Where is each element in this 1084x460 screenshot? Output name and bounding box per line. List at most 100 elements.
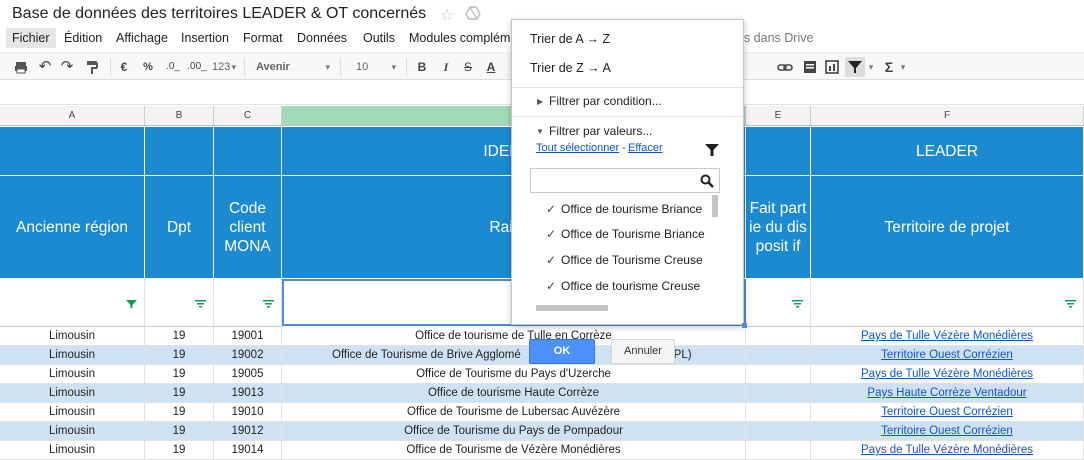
checkmark-icon[interactable]: ✓ — [546, 202, 556, 216]
column-header-c[interactable]: C — [214, 106, 282, 126]
filter-views-dropdown-icon[interactable]: ▾ — [866, 57, 876, 77]
filter-active-icon[interactable] — [126, 300, 137, 308]
territoire-link[interactable]: Territoire Ouest Corrézien — [881, 349, 1013, 361]
menu-insert[interactable]: Insertion — [175, 28, 235, 48]
filter-value-item[interactable]: Office de tourisme Briance — [561, 202, 702, 216]
checkmark-icon[interactable]: ✓ — [546, 279, 556, 293]
filter-cell-b[interactable] — [145, 279, 214, 327]
menu-edit[interactable]: Édition — [58, 28, 108, 48]
cell-dpt[interactable]: 19 — [145, 365, 214, 384]
territoire-link[interactable]: Territoire Ouest Corrézien — [881, 406, 1013, 418]
checkmark-icon[interactable]: ✓ — [546, 253, 556, 267]
cell-fait-partie[interactable] — [746, 403, 811, 422]
territoire-link[interactable]: Pays Haute Corrèze Ventadour — [867, 387, 1026, 399]
undo-icon[interactable]: ↶ — [36, 57, 54, 77]
functions-dropdown-icon[interactable]: ▾ — [898, 57, 908, 77]
cell-code[interactable]: 19002 — [214, 346, 282, 365]
redo-icon[interactable]: ↷ — [58, 57, 76, 77]
menu-file[interactable]: Fichier — [6, 28, 56, 48]
cell-territoire[interactable]: Pays de Tulle Vézère Monédières — [811, 441, 1084, 460]
header-code-client[interactable]: Code client MONA — [214, 176, 282, 279]
cell-fait-partie[interactable] — [746, 365, 811, 384]
cell-fait-partie[interactable] — [746, 384, 811, 403]
cell-territoire[interactable]: Pays de Tulle Vézère Monédières — [811, 327, 1084, 346]
cell-region[interactable]: Limousin — [0, 365, 145, 384]
filter-cell-f[interactable] — [811, 279, 1084, 327]
header-territoire[interactable]: Territoire de projet — [811, 176, 1084, 279]
cell-raison[interactable]: Office de Tourisme du Pays d'Uzerche — [282, 365, 746, 384]
territoire-link[interactable]: Pays de Tulle Vézère Monédières — [861, 444, 1033, 456]
header-leader[interactable]: LEADER — [811, 127, 1084, 176]
sort-a-z-option[interactable]: Trier de A → Z — [530, 32, 610, 46]
cell-territoire[interactable]: Pays de Tulle Vézère Monédières — [811, 365, 1084, 384]
filter-toggle-icon[interactable] — [1065, 300, 1076, 308]
cell-raison[interactable]: Office de tourisme de Tulle en Corrèze — [282, 327, 746, 346]
cell-fait-partie[interactable] — [746, 441, 811, 460]
filter-value-item[interactable]: Office de Tourisme Briance — [561, 227, 705, 241]
cell-dpt[interactable]: 19 — [145, 346, 214, 365]
ok-button[interactable]: OK — [529, 339, 595, 364]
filter-by-condition-option[interactable]: Filtrer par condition... — [549, 94, 662, 108]
cell-region[interactable]: Limousin — [0, 441, 145, 460]
cell-code[interactable]: 19001 — [214, 327, 282, 346]
cancel-button[interactable]: Annuler — [611, 339, 675, 364]
currency-format-button[interactable]: € — [116, 57, 132, 77]
menu-addons[interactable]: Modules complém — [403, 28, 516, 48]
move-to-folder-icon[interactable] — [465, 5, 481, 21]
cell-raison[interactable]: Office de Tourisme de Brive Agglomé iati… — [282, 346, 746, 365]
menu-format[interactable]: Format — [237, 28, 289, 48]
cell-code[interactable]: 19012 — [214, 422, 282, 441]
filter-toggle-icon[interactable] — [792, 300, 803, 308]
filter-toggle-icon[interactable] — [263, 300, 274, 308]
paint-format-icon[interactable] — [84, 57, 102, 77]
cell-code[interactable]: 19005 — [214, 365, 282, 384]
column-header-a[interactable]: A — [0, 106, 145, 126]
decrease-decimal-button[interactable]: .0_ — [162, 57, 184, 77]
cell-code[interactable]: 19010 — [214, 403, 282, 422]
filter-values-search-input[interactable] — [530, 168, 720, 193]
expand-arrow-icon[interactable]: ▶ — [537, 97, 543, 106]
star-icon[interactable]: ☆ — [440, 5, 454, 25]
filter-cell-c[interactable] — [214, 279, 282, 327]
menu-tools[interactable]: Outils — [357, 28, 401, 48]
filter-value-item[interactable]: Office de Tourisme Creuse — [561, 253, 703, 267]
header-fait-partie[interactable]: Fait partie du disposit if — [746, 176, 811, 279]
percent-format-button[interactable]: % — [140, 57, 156, 77]
cell-fait-partie[interactable] — [746, 346, 811, 365]
select-all-link[interactable]: Tout sélectionner — [536, 142, 619, 154]
menu-view[interactable]: Affichage — [110, 28, 174, 48]
cell-region[interactable]: Limousin — [0, 346, 145, 365]
functions-button[interactable]: Σ — [880, 57, 898, 77]
cell-territoire[interactable]: Territoire Ouest Corrézien — [811, 422, 1084, 441]
cell-code[interactable]: 19013 — [214, 384, 282, 403]
insert-chart-icon[interactable] — [823, 57, 841, 77]
cell-dpt[interactable]: 19 — [145, 422, 214, 441]
filter-cell-a[interactable] — [0, 279, 145, 327]
text-color-button[interactable]: A — [482, 57, 500, 77]
cell-fait-partie[interactable] — [746, 327, 811, 346]
document-title[interactable]: Base de données des territoires LEADER &… — [12, 5, 426, 23]
header-cell-a1[interactable] — [0, 127, 145, 176]
insert-comment-icon[interactable] — [801, 57, 819, 77]
insert-link-icon[interactable] — [776, 57, 794, 77]
italic-button[interactable]: I — [438, 57, 454, 77]
bold-button[interactable]: B — [414, 57, 430, 77]
selection-drag-handle[interactable] — [742, 323, 747, 328]
checkmark-icon[interactable]: ✓ — [546, 227, 556, 241]
font-size-dropdown[interactable]: 10 — [350, 57, 398, 77]
print-icon[interactable] — [12, 57, 30, 77]
cell-code[interactable]: 19014 — [214, 441, 282, 460]
column-header-b[interactable]: B — [145, 106, 214, 126]
column-header-e[interactable]: E — [746, 106, 811, 126]
cell-raison[interactable]: Office de Tourisme de Vézère Monédières — [282, 441, 746, 460]
filter-by-values-option[interactable]: Filtrer par valeurs... — [549, 124, 652, 138]
more-formats-dropdown[interactable]: 123 — [206, 57, 238, 77]
cell-dpt[interactable]: 19 — [145, 384, 214, 403]
collapse-arrow-icon[interactable]: ▼ — [536, 127, 544, 136]
cell-fait-partie[interactable] — [746, 422, 811, 441]
clear-link[interactable]: Effacer — [628, 142, 663, 154]
cell-territoire[interactable]: Territoire Ouest Corrézien — [811, 403, 1084, 422]
filter-icon[interactable] — [845, 57, 865, 77]
territoire-link[interactable]: Pays de Tulle Vézère Monédières — [861, 330, 1033, 342]
header-ancienne-region[interactable]: Ancienne région — [0, 176, 145, 279]
